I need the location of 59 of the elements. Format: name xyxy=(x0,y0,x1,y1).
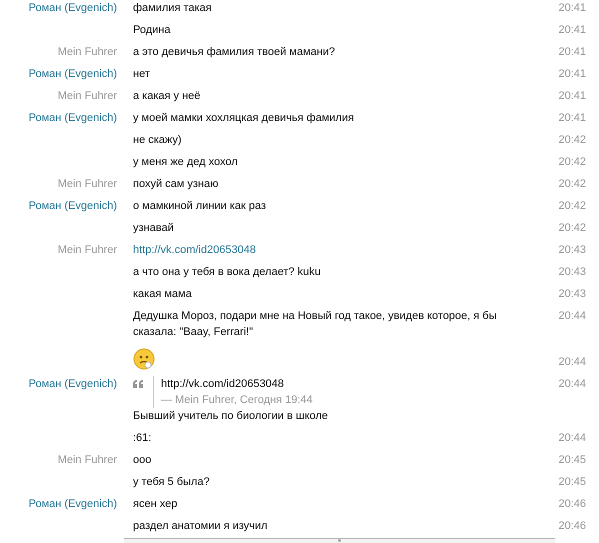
message-time: 20:41 xyxy=(558,46,586,58)
sender-name: Роман (Evgenich) xyxy=(28,378,117,390)
message-text: какая мама xyxy=(133,288,192,300)
message-text: раздел анатомии я изучил xyxy=(133,520,268,532)
message-time: 20:45 xyxy=(558,454,586,466)
splitter-bar[interactable] xyxy=(124,538,555,543)
quote-attribution: — Mein Fuhrer, Сегодня 19:44 xyxy=(161,393,313,408)
message-time: 20:43 xyxy=(558,244,586,256)
message-time: 20:42 xyxy=(558,156,586,168)
message-time: 20:41 xyxy=(558,2,586,14)
message-time: 20:44 xyxy=(558,378,586,390)
message-time: 20:44 xyxy=(558,432,586,444)
message-text: Бывший учитель по биологии в школе xyxy=(133,409,329,424)
sender-name: Mein Fuhrer xyxy=(58,454,117,466)
quote-icon xyxy=(133,380,143,388)
message-text: ooo xyxy=(133,454,152,466)
message-text: нет xyxy=(133,68,150,80)
message-time: 20:45 xyxy=(558,476,586,488)
message-text: о мамкиной линии как раз xyxy=(133,200,266,212)
sender-name: Роман (Evgenich) xyxy=(28,200,117,212)
message-time: 20:46 xyxy=(558,520,586,532)
message-text: фамилия такая xyxy=(133,2,212,14)
sender-name: Роман (Evgenich) xyxy=(28,68,117,80)
message-text: не скажу) xyxy=(133,134,182,146)
smiley-icon xyxy=(133,348,155,370)
message-time: 20:43 xyxy=(558,288,586,300)
message-text: а это девичья фамилия твоей мамани? xyxy=(133,46,335,58)
message-text: у тебя 5 была? xyxy=(133,476,210,488)
message-text: а какая у неё xyxy=(133,90,200,102)
sender-name: Mein Fuhrer xyxy=(58,90,117,102)
message-time: 20:44 xyxy=(558,356,586,368)
message-time: 20:42 xyxy=(558,178,586,190)
message-text: у меня же дед хохол xyxy=(133,156,238,168)
message-link[interactable]: http://vk.com/id20653048 xyxy=(133,244,256,256)
message-time: 20:44 xyxy=(558,310,586,322)
sender-name: Роман (Evgenich) xyxy=(28,112,117,124)
message-text: у моей мамки хохляцкая девичья фамилия xyxy=(133,112,354,124)
message-time: 20:41 xyxy=(558,24,586,36)
message-text: Родина xyxy=(133,24,170,36)
message-text: похуй сам узнаю xyxy=(133,178,218,190)
quoted-text: http://vk.com/id20653048 xyxy=(161,377,285,392)
sender-name: Mein Fuhrer xyxy=(58,178,117,190)
message-time: 20:42 xyxy=(558,222,586,234)
message-text: узнавай xyxy=(133,222,174,234)
sender-name: Роман (Evgenich) xyxy=(28,2,117,14)
message-text: :61: xyxy=(133,432,152,444)
sender-name: Роман (Evgenich) xyxy=(28,498,117,510)
sender-name: Mein Fuhrer xyxy=(58,244,117,256)
sender-name: Mein Fuhrer xyxy=(58,46,117,58)
message-text: Дедушка Мороз, подари мне на Новый год такое, увидев которое, я бы сказала: "Baay, Ferrari!" xyxy=(133,310,497,338)
message-time: 20:41 xyxy=(558,68,586,80)
message-time: 20:42 xyxy=(558,200,586,212)
message-time: 20:41 xyxy=(558,90,586,102)
message-time: 20:41 xyxy=(558,112,586,124)
message-time: 20:46 xyxy=(558,498,586,510)
message-text: а что она у тебя в вока делает? kuku xyxy=(133,266,321,278)
message-time: 20:42 xyxy=(558,134,586,146)
message-text: ясен хер xyxy=(133,498,178,510)
message-time: 20:43 xyxy=(558,266,586,278)
